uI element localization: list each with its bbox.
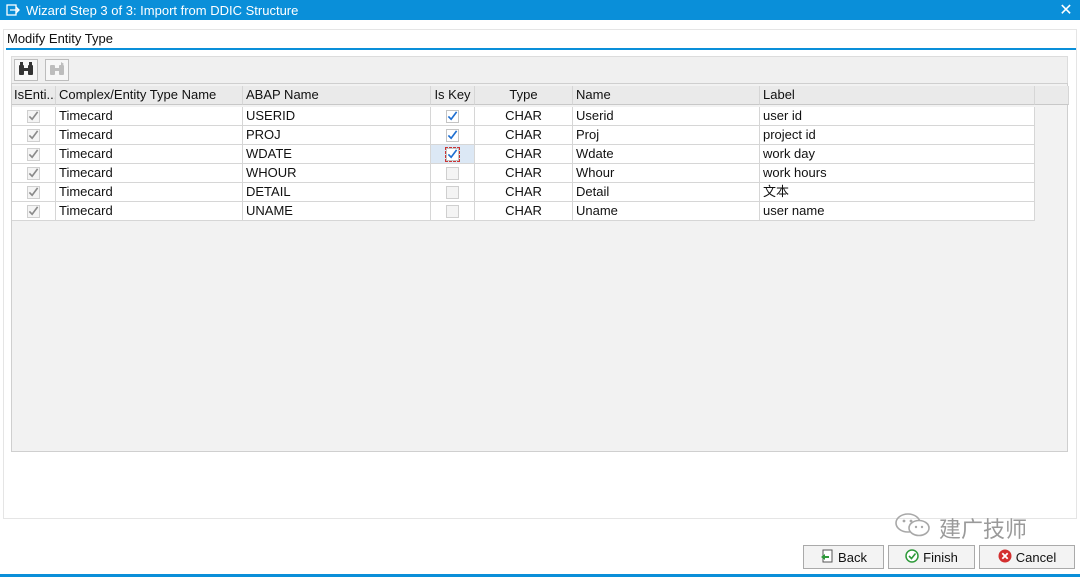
iskey-cell[interactable] — [431, 202, 475, 221]
close-icon[interactable]: ✕ — [1058, 0, 1074, 20]
iskey-checkbox[interactable] — [446, 109, 459, 123]
column-header-filler — [1035, 86, 1069, 105]
name-cell[interactable]: Wdate — [573, 145, 760, 164]
iskey-checkbox[interactable] — [446, 166, 459, 180]
finish-icon — [905, 548, 919, 566]
watermark: 建广技师 — [893, 512, 1053, 544]
isentity-cell — [12, 164, 56, 183]
back-button[interactable]: Back — [803, 545, 884, 569]
complex-type-cell[interactable]: Timecard — [56, 164, 243, 183]
type-cell[interactable]: CHAR — [475, 202, 573, 221]
back-icon — [820, 549, 834, 566]
find-icon — [18, 61, 34, 79]
isentity-checkbox — [27, 128, 40, 142]
iskey-cell[interactable] — [431, 107, 475, 126]
column-header-isentity[interactable]: IsEnti... — [12, 86, 56, 105]
name-cell[interactable]: Detail — [573, 183, 760, 202]
abap-name-cell[interactable]: PROJ — [243, 126, 431, 145]
cancel-button[interactable]: Cancel — [979, 545, 1075, 569]
wizard-icon — [4, 3, 22, 17]
name-cell[interactable]: Uname — [573, 202, 760, 221]
label-cell[interactable]: work hours — [760, 164, 1035, 183]
iskey-checkbox[interactable] — [446, 204, 459, 218]
isentity-cell — [12, 107, 56, 126]
abap-name-cell[interactable]: DETAIL — [243, 183, 431, 202]
isentity-checkbox — [27, 185, 40, 199]
name-cell[interactable]: Userid — [573, 107, 760, 126]
column-header-label[interactable]: Label — [760, 86, 1035, 105]
label-cell[interactable]: 文本 — [760, 183, 1035, 202]
iskey-checkbox[interactable] — [446, 128, 459, 142]
isentity-checkbox — [27, 147, 40, 161]
column-header-complex-type[interactable]: Complex/Entity Type Name — [56, 86, 243, 105]
abap-name-cell[interactable]: UNAME — [243, 202, 431, 221]
isentity-checkbox — [27, 109, 40, 123]
wechat-icon — [893, 512, 933, 544]
row-filler — [1035, 145, 1069, 164]
isentity-cell — [12, 183, 56, 202]
finish-label: Finish — [923, 549, 958, 565]
type-cell[interactable]: CHAR — [475, 145, 573, 164]
complex-type-cell[interactable]: Timecard — [56, 202, 243, 221]
table-row[interactable]: Timecard WHOUR CHAR Whour work hours — [12, 164, 1069, 183]
label-cell[interactable]: user id — [760, 107, 1035, 126]
isentity-cell — [12, 126, 56, 145]
isentity-checkbox — [27, 204, 40, 218]
type-cell[interactable]: CHAR — [475, 107, 573, 126]
row-filler — [1035, 183, 1069, 202]
complex-type-cell[interactable]: Timecard — [56, 126, 243, 145]
abap-name-cell[interactable]: WDATE — [243, 145, 431, 164]
section-divider — [6, 48, 1076, 50]
name-cell[interactable]: Whour — [573, 164, 760, 183]
table-row[interactable]: Timecard PROJ CHAR Proj project id — [12, 126, 1069, 145]
table-toolbar — [11, 56, 1068, 83]
find-next-button[interactable] — [45, 59, 69, 81]
complex-type-cell[interactable]: Timecard — [56, 183, 243, 202]
table-row[interactable]: Timecard USERID CHAR Userid user id — [12, 107, 1069, 126]
isentity-cell — [12, 202, 56, 221]
cancel-label: Cancel — [1015, 549, 1057, 565]
row-filler — [1035, 202, 1069, 221]
finish-button[interactable]: Finish — [888, 545, 975, 569]
window-titlebar: Wizard Step 3 of 3: Import from DDIC Str… — [0, 0, 1080, 20]
section-title: Modify Entity Type — [7, 31, 113, 46]
label-cell[interactable]: user name — [760, 202, 1035, 221]
iskey-cell[interactable] — [431, 126, 475, 145]
type-cell[interactable]: CHAR — [475, 126, 573, 145]
entity-properties-table: IsEnti... Complex/Entity Type Name ABAP … — [11, 83, 1069, 452]
type-cell[interactable]: CHAR — [475, 183, 573, 202]
find-button[interactable] — [14, 59, 38, 81]
label-cell[interactable]: work day — [760, 145, 1035, 164]
label-cell[interactable]: project id — [760, 126, 1035, 145]
name-cell[interactable]: Proj — [573, 126, 760, 145]
iskey-checkbox[interactable] — [445, 146, 460, 162]
column-header-iskey[interactable]: Is Key — [431, 86, 475, 105]
abap-name-cell[interactable]: WHOUR — [243, 164, 431, 183]
column-header-type[interactable]: Type — [475, 86, 573, 105]
row-filler — [1035, 164, 1069, 183]
row-filler — [1035, 126, 1069, 145]
window-title: Wizard Step 3 of 3: Import from DDIC Str… — [26, 2, 299, 18]
table-row[interactable]: Timecard WDATE CHAR Wdate work day — [12, 145, 1069, 164]
table-header-row: IsEnti... Complex/Entity Type Name ABAP … — [12, 86, 1069, 105]
iskey-cell[interactable] — [431, 183, 475, 202]
isentity-checkbox — [27, 166, 40, 180]
table-row[interactable]: Timecard DETAIL CHAR Detail 文本 — [12, 183, 1069, 202]
table-row[interactable]: Timecard UNAME CHAR Uname user name — [12, 202, 1069, 221]
watermark-text: 建广技师 — [939, 518, 1028, 543]
iskey-cell[interactable] — [431, 145, 475, 164]
iskey-cell[interactable] — [431, 164, 475, 183]
iskey-checkbox[interactable] — [446, 185, 459, 199]
abap-name-cell[interactable]: USERID — [243, 107, 431, 126]
row-filler — [1035, 107, 1069, 126]
isentity-cell — [12, 145, 56, 164]
type-cell[interactable]: CHAR — [475, 164, 573, 183]
back-label: Back — [838, 549, 867, 565]
find-next-icon — [49, 61, 65, 79]
complex-type-cell[interactable]: Timecard — [56, 107, 243, 126]
column-header-name[interactable]: Name — [573, 86, 760, 105]
cancel-icon — [998, 549, 1012, 566]
column-header-abap-name[interactable]: ABAP Name — [243, 86, 431, 105]
complex-type-cell[interactable]: Timecard — [56, 145, 243, 164]
